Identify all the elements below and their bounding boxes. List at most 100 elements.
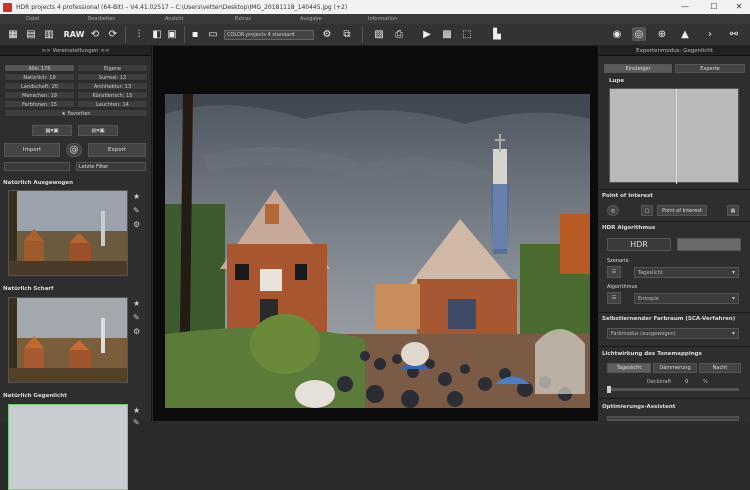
raw-button[interactable]: RAW bbox=[64, 27, 85, 41]
light-night-button[interactable]: Nacht bbox=[699, 363, 741, 373]
preset-title: Natürlich Ausgewogen bbox=[3, 180, 73, 186]
category-glow[interactable]: Leuchten: 14 bbox=[77, 100, 148, 108]
search-input[interactable] bbox=[4, 162, 70, 171]
edit-icon[interactable]: ✎ bbox=[133, 418, 140, 427]
edit-icon[interactable]: ✎ bbox=[133, 206, 140, 215]
strength-value[interactable]: 0 bbox=[685, 379, 688, 385]
category-people[interactable]: Menschen: 19 bbox=[4, 91, 75, 99]
histogram-icon[interactable]: ▲ bbox=[678, 27, 692, 41]
tab-beginner[interactable]: Einsteiger bbox=[604, 64, 672, 73]
color-space-label: Selbstlernender Farbraum (SCA-Verfahren) bbox=[602, 316, 736, 322]
menu-file[interactable]: Datei bbox=[26, 16, 39, 22]
hdr-mode-button-2[interactable] bbox=[677, 238, 741, 251]
fit-view-icon[interactable]: ▣ bbox=[165, 27, 179, 41]
tab-expert[interactable]: Experte bbox=[675, 64, 745, 73]
maximize-button[interactable]: ☐ bbox=[703, 0, 725, 14]
open-folder-icon[interactable]: ▤ bbox=[24, 27, 38, 41]
favorite-star-icon[interactable]: ★ bbox=[133, 406, 140, 415]
light-daylight-button[interactable]: Tageslicht bbox=[607, 363, 651, 373]
favorite-star-icon[interactable]: ★ bbox=[133, 192, 140, 201]
preset-dropdown[interactable]: COLOR projects 4 standard bbox=[224, 30, 314, 40]
color-space-dropdown[interactable]: Farbmodus (ausgewogen) bbox=[607, 328, 739, 339]
category-all[interactable]: Alle: 176 bbox=[4, 64, 75, 72]
image-canvas[interactable] bbox=[153, 46, 598, 421]
category-artistic[interactable]: Künstlerisch: 15 bbox=[77, 91, 148, 99]
algorithm-icon[interactable]: ☷ bbox=[607, 292, 621, 304]
category-surreal[interactable]: Surreal: 12 bbox=[77, 73, 148, 81]
hdr-mode-button[interactable]: HDR bbox=[607, 238, 671, 251]
section-divider bbox=[599, 312, 750, 313]
algorithm-dropdown[interactable]: Entropie bbox=[634, 293, 739, 304]
import-button[interactable]: Import bbox=[4, 143, 60, 157]
preview-icon[interactable]: ◎ bbox=[632, 27, 646, 41]
network-icon[interactable]: ⚯ bbox=[727, 27, 741, 41]
toolbar-divider bbox=[125, 27, 126, 43]
menu-info[interactable]: Information bbox=[368, 16, 397, 22]
screen-icon[interactable]: ▭ bbox=[206, 27, 220, 41]
export-icon[interactable]: ▧ bbox=[372, 27, 386, 41]
arrow-icon[interactable]: › bbox=[703, 27, 717, 41]
light-dusk-button[interactable]: Dämmerung bbox=[653, 363, 697, 373]
title-bar: HDR projects 4 professional (64-Bit) – V… bbox=[0, 0, 750, 14]
export-button[interactable]: Export bbox=[88, 143, 146, 157]
preset-title: Natürlich Scharf bbox=[3, 286, 54, 292]
minimize-button[interactable]: — bbox=[674, 0, 696, 14]
menu-edit[interactable]: Bearbeiten bbox=[88, 16, 115, 22]
compare-icon[interactable]: ◧ bbox=[150, 27, 164, 41]
poi-button[interactable]: Point of Interest bbox=[657, 205, 707, 216]
category-landscape[interactable]: Landschaft: 20 bbox=[4, 82, 75, 90]
email-icon[interactable]: @ bbox=[66, 143, 82, 157]
save-icon[interactable]: ▪ bbox=[188, 27, 202, 41]
menu-extras[interactable]: Extras bbox=[235, 16, 251, 22]
favorite-star-icon[interactable]: ★ bbox=[133, 299, 140, 308]
category-natural[interactable]: Natürlich: 19 bbox=[4, 73, 75, 81]
preset-thumbnail-selected[interactable] bbox=[8, 404, 128, 490]
window-title: HDR projects 4 professional (64-Bit) – V… bbox=[16, 3, 348, 11]
tools-icon[interactable]: ⚙ bbox=[320, 27, 334, 41]
poi-square-icon[interactable]: ▢ bbox=[641, 205, 653, 216]
filter-dropdown[interactable]: Letzte Filter bbox=[76, 162, 146, 171]
category-favorites[interactable]: ★ Favoriten bbox=[4, 109, 148, 117]
layers-icon[interactable]: ⧉ bbox=[340, 27, 354, 41]
grid-view-button[interactable]: ▦▾▣ bbox=[32, 125, 72, 136]
batch-icon[interactable]: ▥ bbox=[42, 27, 56, 41]
play-icon[interactable]: ▶ bbox=[420, 27, 434, 41]
app-icon bbox=[3, 2, 12, 12]
eye-icon[interactable]: ◉ bbox=[610, 27, 624, 41]
algorithm-label: Algorithmus bbox=[607, 284, 638, 290]
preset-thumbnail[interactable] bbox=[8, 297, 128, 383]
poi-target-icon[interactable]: ◎ bbox=[607, 205, 619, 216]
settings-icon[interactable]: ⚙ bbox=[133, 327, 140, 336]
preset-thumbnail[interactable] bbox=[8, 190, 128, 276]
expert-header: Expertenmodus: Gegenlicht bbox=[599, 46, 750, 56]
gallery-icon[interactable]: ▙ bbox=[490, 27, 504, 41]
menu-view[interactable]: Ansicht bbox=[165, 16, 183, 22]
category-tones[interactable]: Farbtonen: 15 bbox=[4, 100, 75, 108]
hdr-algo-label: HDR Algorithmus bbox=[602, 225, 656, 231]
menu-output[interactable]: Ausgabe bbox=[300, 16, 322, 22]
presets-header[interactable]: >> Voreinstellungen << bbox=[0, 46, 151, 56]
scenario-dropdown[interactable]: Tageslicht bbox=[634, 267, 739, 278]
undo-icon[interactable]: ⟲ bbox=[88, 27, 102, 41]
poi-section-label: Point of Interest bbox=[602, 193, 653, 199]
optimization-bar[interactable] bbox=[607, 416, 739, 421]
poi-grid-icon[interactable]: ▦ bbox=[727, 205, 739, 216]
sliders-icon[interactable]: ⫶ bbox=[132, 27, 146, 41]
settings-icon[interactable]: ⚙ bbox=[133, 220, 140, 229]
loupe-icon[interactable]: ⊕ bbox=[655, 27, 669, 41]
section-divider bbox=[599, 398, 750, 399]
strength-slider[interactable] bbox=[607, 386, 739, 393]
scenario-icon[interactable]: ☷ bbox=[607, 266, 621, 278]
category-architecture[interactable]: Architektur: 13 bbox=[77, 82, 148, 90]
film-icon[interactable]: ▩ bbox=[440, 27, 454, 41]
category-own[interactable]: Eigene bbox=[77, 64, 148, 72]
open-file-icon[interactable]: ▦ bbox=[6, 27, 20, 41]
list-view-button[interactable]: ▤▾▣ bbox=[78, 125, 118, 136]
print-icon[interactable]: ⎙ bbox=[392, 27, 406, 41]
close-button[interactable]: ✕ bbox=[728, 0, 750, 14]
share-icon[interactable]: ⬚ bbox=[460, 27, 474, 41]
strength-slider-handle[interactable] bbox=[607, 386, 611, 393]
section-divider bbox=[599, 189, 750, 190]
edit-icon[interactable]: ✎ bbox=[133, 313, 140, 322]
redo-icon[interactable]: ⟳ bbox=[106, 27, 120, 41]
